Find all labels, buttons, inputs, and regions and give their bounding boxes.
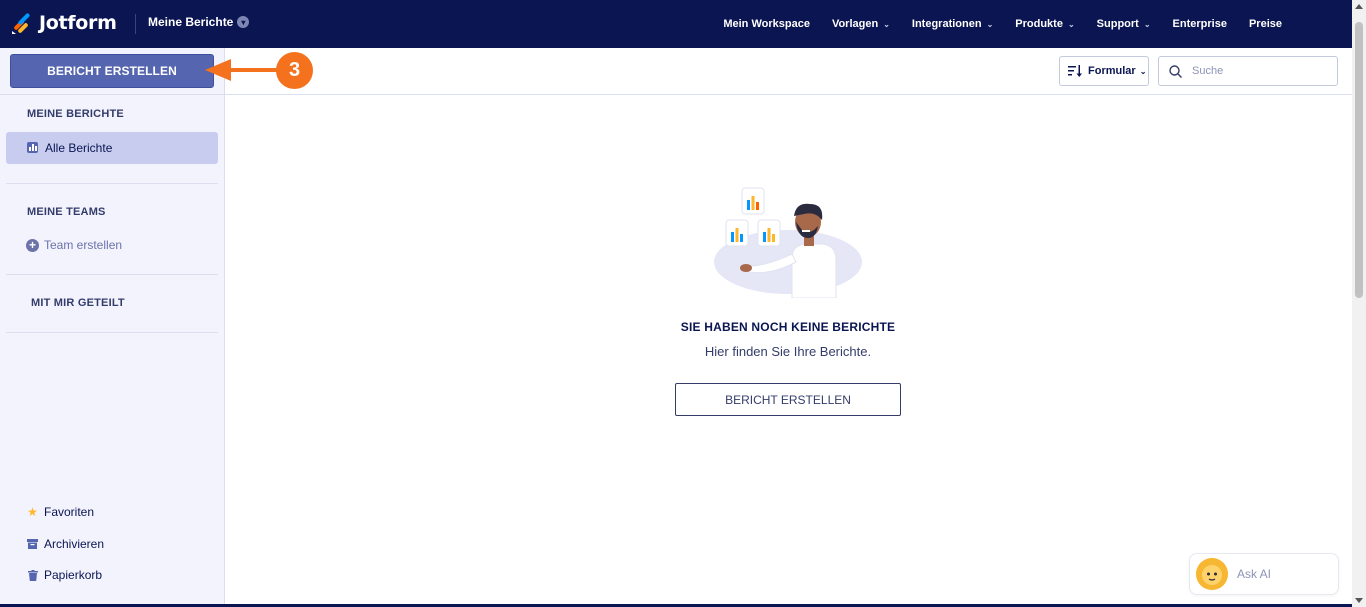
nav-label: Vorlagen (831, 18, 879, 30)
divider (6, 274, 218, 275)
sidebar: BERICHT ERSTELLEN MEINE BERICHTE Alle Be… (0, 48, 225, 604)
page-scrollbar[interactable] (1352, 0, 1366, 607)
sidebar-item-label: Alle Berichte (45, 141, 113, 155)
create-report-button-main[interactable]: BERICHT ERSTELLEN (675, 383, 901, 416)
nav-label: Enterprise (1172, 18, 1227, 30)
empty-reports-illustration (714, 187, 862, 298)
trash-icon (27, 569, 38, 581)
page-name: Meine Berichte (148, 15, 234, 29)
nav-divider (135, 14, 136, 34)
jotform-logo[interactable]: Jotform (11, 11, 117, 35)
annotation-step-badge: 3 (276, 52, 313, 89)
nav-preise[interactable]: Preise (1249, 18, 1282, 30)
chevron-down-icon: ⌄ (1143, 19, 1151, 29)
shared-with-me-heading[interactable]: MIT MIR GETEILT (31, 297, 125, 309)
chevron-down-icon: ⌄ (986, 19, 994, 29)
nav-support[interactable]: Support ⌄ (1097, 18, 1151, 30)
chevron-down-icon: ▾ (237, 16, 250, 28)
search-icon (1169, 64, 1182, 78)
search-field[interactable] (1158, 56, 1338, 86)
toolbar-divider (225, 94, 1352, 95)
my-teams-heading: MEINE TEAMS (27, 206, 106, 218)
plus-icon: + (26, 238, 39, 252)
create-team-label: Team erstellen (44, 238, 123, 252)
sidebar-item-label: Papierkorb (44, 568, 103, 582)
nav-vorlagen[interactable]: Vorlagen ⌄ (832, 18, 890, 30)
nav-label: Mein Workspace (723, 18, 810, 30)
divider (0, 94, 224, 95)
ai-assistant-avatar-icon (1196, 558, 1228, 590)
empty-state-title: SIE HABEN NOCH KEINE BERICHTE (680, 320, 896, 334)
jotform-logo-icon (12, 13, 30, 34)
my-reports-heading: MEINE BERICHTE (27, 108, 124, 120)
sidebar-item-trash[interactable]: Papierkorb (27, 568, 102, 582)
chevron-down-icon: ⌄ (883, 19, 890, 29)
sidebar-item-all-reports[interactable]: Alle Berichte (6, 132, 218, 164)
chevron-down-icon: ⌄ (1067, 19, 1075, 29)
nav-label: Support (1096, 18, 1139, 30)
nav-label: Integrationen (911, 18, 982, 30)
star-icon: ★ (27, 505, 38, 519)
empty-state-subtitle: Hier finden Sie Ihre Berichte. (704, 344, 872, 359)
sidebar-item-favorites[interactable]: ★ Favoriten (27, 505, 94, 519)
divider (6, 332, 218, 333)
main-nav: Mein Workspace Vorlagen ⌄ Integrationen ⌄ … (701, 0, 1282, 48)
annotation-arrow (205, 59, 279, 81)
sort-icon (1068, 65, 1082, 77)
brand-name: Jotform (39, 12, 117, 34)
sidebar-item-archive[interactable]: Archivieren (27, 537, 104, 551)
nav-mein-workspace[interactable]: Mein Workspace (723, 18, 810, 30)
nav-label: Preise (1248, 18, 1282, 30)
create-report-button[interactable]: BERICHT ERSTELLEN (10, 54, 214, 88)
nav-integrationen[interactable]: Integrationen ⌄ (912, 18, 993, 30)
report-icon (27, 142, 38, 153)
sort-label: Formular (1088, 65, 1136, 77)
create-team-button[interactable]: + Team erstellen (26, 238, 122, 252)
chevron-down-icon: ⌄ (1139, 66, 1147, 76)
archive-icon (27, 539, 38, 549)
sidebar-item-label: Archivieren (44, 537, 105, 551)
nav-label: Produkte (1015, 18, 1063, 30)
nav-produkte[interactable]: Produkte ⌄ (1015, 18, 1074, 30)
scroll-down-icon[interactable] (1355, 598, 1363, 603)
page-switcher[interactable]: Meine Berichte ▾ (148, 15, 250, 29)
ask-ai-label: Ask AI (1237, 567, 1272, 581)
sort-dropdown[interactable]: Formular ⌄ (1059, 56, 1149, 86)
ask-ai-button[interactable]: Ask AI (1189, 553, 1339, 595)
scrollbar-thumb[interactable] (1355, 22, 1363, 298)
sidebar-item-label: Favoriten (44, 505, 95, 519)
scroll-up-icon[interactable] (1355, 4, 1363, 9)
divider (6, 183, 218, 184)
nav-enterprise[interactable]: Enterprise (1173, 18, 1227, 30)
top-nav: Jotform Meine Berichte ▾ Mein Workspace … (0, 0, 1366, 48)
search-input[interactable] (1192, 65, 1322, 77)
